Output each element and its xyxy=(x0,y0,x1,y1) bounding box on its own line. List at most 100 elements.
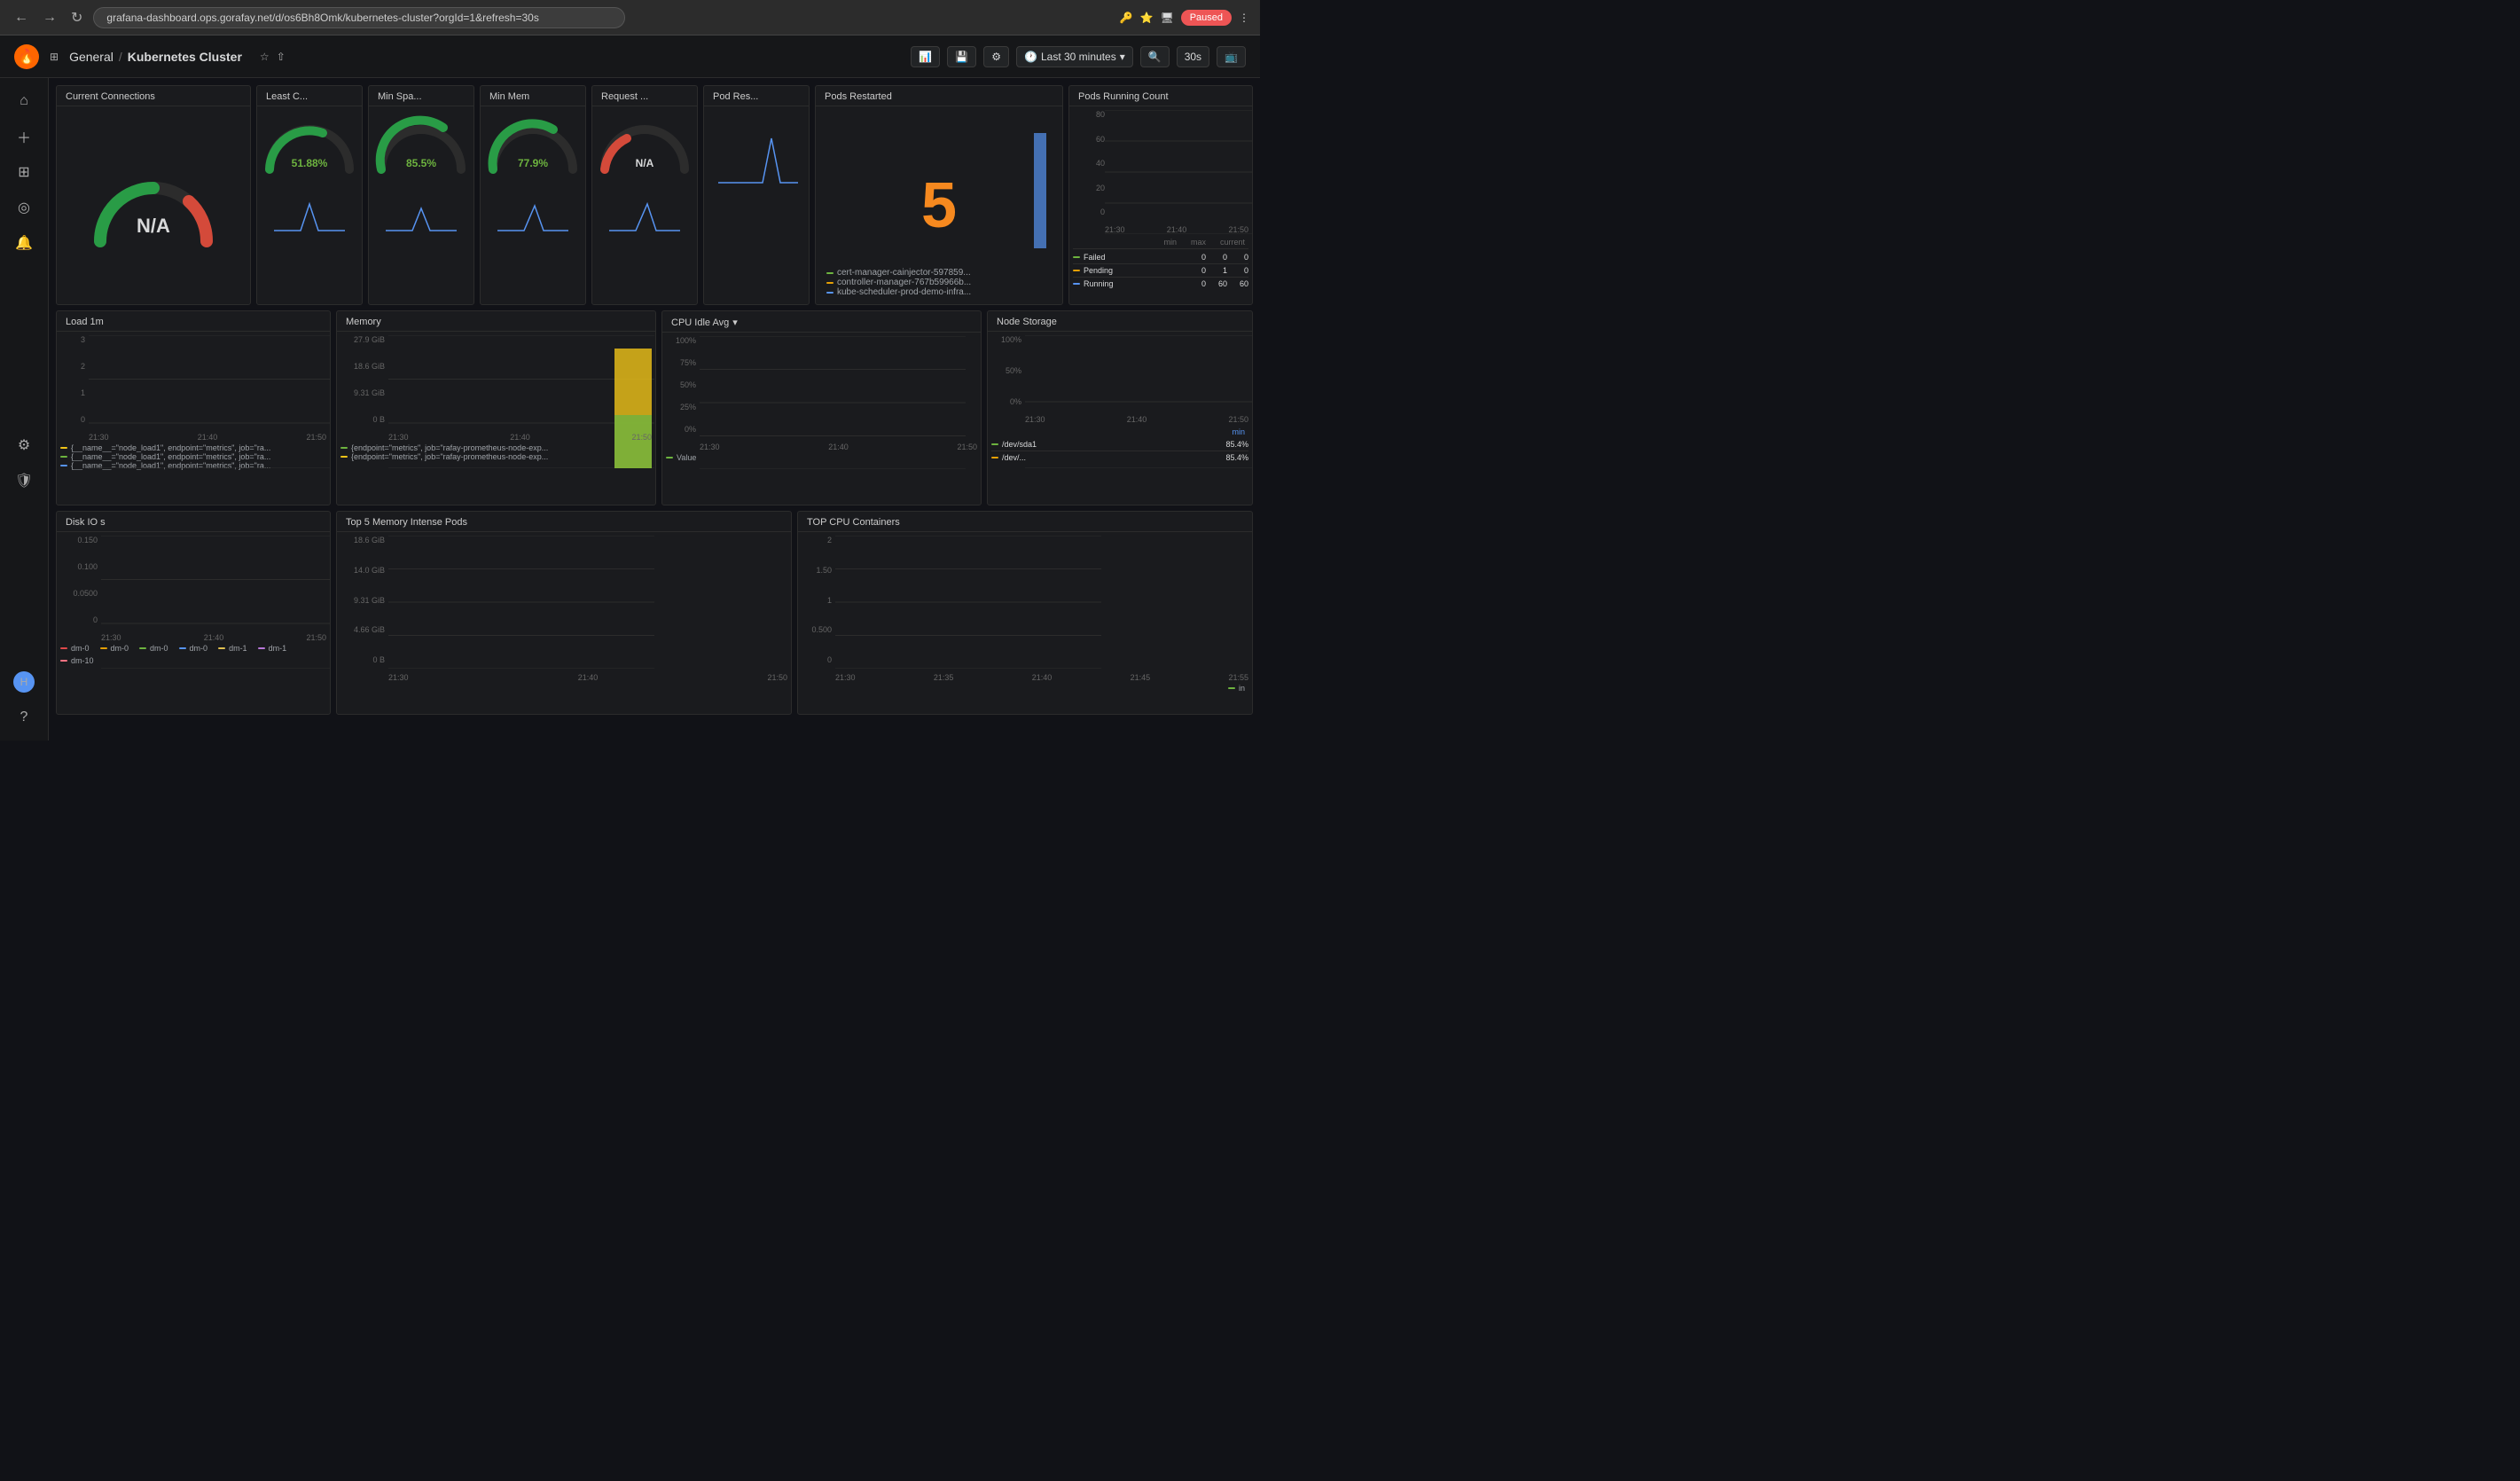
dashboard-name: Kubernetes Cluster xyxy=(128,50,242,64)
panel-min-mem: Min Mem 77.9% xyxy=(480,85,586,305)
address-bar[interactable]: grafana-dashboard.ops.gorafay.net/d/os6B… xyxy=(93,7,625,28)
refresh-button[interactable]: ↻ xyxy=(67,7,86,28)
top5-memory-chart: 18.6 GiB 14.0 GiB 9.31 GiB 4.66 GiB 0 B xyxy=(340,536,787,682)
refresh-interval-button[interactable]: 30s xyxy=(1177,46,1209,67)
legend-dot-mem-2 xyxy=(340,456,348,458)
sidebar-item-explore[interactable]: ◎ xyxy=(6,192,42,223)
sparkline-pod-res xyxy=(709,112,803,299)
legend-dot-load-2 xyxy=(60,456,67,458)
general-link[interactable]: General xyxy=(69,50,113,64)
grafana-logo: 🔥 xyxy=(14,44,39,69)
panel-request: Request ... N/A xyxy=(591,85,698,305)
pods-restarted-spark xyxy=(1027,124,1053,257)
save-button[interactable]: 💾 xyxy=(947,46,976,67)
panel-body-node-storage: 100% 50% 0% 21:30 xyxy=(988,332,1252,505)
sidebar-item-home[interactable]: ⌂ xyxy=(6,85,42,117)
disk-io-y-labels: 0.150 0.100 0.0500 0 xyxy=(60,536,99,624)
panel-load-1m: Load 1m 3 2 1 0 xyxy=(56,310,331,505)
panel-body-min-mem: 77.9% xyxy=(481,106,585,304)
legend-row-failed: Failed 0 0 0 xyxy=(1073,251,1248,264)
sidebar-item-user[interactable]: H xyxy=(6,666,42,698)
tv-mode-button[interactable]: 📺 xyxy=(1217,46,1246,67)
pods-restarted-legend: cert-manager-cainjector-597859... contro… xyxy=(823,268,1055,297)
memory-x-labels: 21:30 21:40 21:50 xyxy=(388,433,652,442)
pods-running-y-labels: 80 60 40 20 0 xyxy=(1073,110,1108,216)
panel-top5-memory: Top 5 Memory Intense Pods 18.6 GiB 14.0 … xyxy=(336,511,792,715)
panel-pods-restarted: Pods Restarted 5 cert-manager-cainjector… xyxy=(815,85,1063,305)
panel-pod-res: Pod Res... xyxy=(703,85,810,305)
pods-running-chart-area: 80 60 40 20 0 xyxy=(1073,110,1248,234)
legend-dot-cpu-1 xyxy=(666,457,673,458)
panel-least-c: Least C... 51.88% xyxy=(256,85,363,305)
storage-color-2 xyxy=(991,457,998,458)
main-content: Current Connections N/A xyxy=(49,78,1260,740)
legend-dm10: dm-10 xyxy=(60,656,94,665)
panel-body-current-connections: N/A xyxy=(57,106,250,304)
panel-body-request: N/A xyxy=(592,106,697,304)
panel-node-storage: Node Storage 100% 50% 0% xyxy=(987,310,1253,505)
legend-item-1: cert-manager-cainjector-597859... xyxy=(826,268,1052,278)
top-cpu-svg xyxy=(835,536,1101,669)
zoom-out-button[interactable]: 🔍 xyxy=(1140,46,1170,67)
legend-item-cpu-in: in xyxy=(1228,684,1245,693)
panel-header-request: Request ... xyxy=(592,86,697,106)
menu-icon[interactable]: ⋮ xyxy=(1239,12,1249,24)
sidebar-item-settings[interactable]: ⚙ xyxy=(6,429,42,461)
disk-io-chart: 0.150 0.100 0.0500 0 xyxy=(60,536,326,642)
panel-top-cpu: TOP CPU Containers 2 1.50 1 0.500 0 xyxy=(797,511,1253,715)
forward-button[interactable]: → xyxy=(39,8,60,27)
legend-name-running: Running xyxy=(1084,279,1185,288)
panel-header-top5-memory: Top 5 Memory Intense Pods xyxy=(337,512,791,532)
panel-current-connections: Current Connections N/A xyxy=(56,85,251,305)
panel-body-memory: 27.9 GiB 18.6 GiB 9.31 GiB 0 B xyxy=(337,332,655,505)
panel-body-least-c: 51.88% xyxy=(257,106,362,304)
sidebar-item-shield[interactable]: 🛡 xyxy=(6,465,42,497)
cpu-idle-x-labels: 21:30 21:40 21:50 xyxy=(700,443,977,451)
panel-header-top-cpu: TOP CPU Containers xyxy=(798,512,1252,532)
legend-dot-cpu-in xyxy=(1228,687,1235,689)
settings-button[interactable]: ⚙ xyxy=(983,46,1009,67)
top5-memory-x-labels: 21:30 21:40 21:50 xyxy=(388,673,787,682)
panel-body-min-spa: 85.5% xyxy=(369,106,473,304)
sidebar-item-dashboards[interactable]: ⊞ xyxy=(6,156,42,188)
panel-body-load-1m: 3 2 1 0 xyxy=(57,332,330,505)
memory-chart: 27.9 GiB 18.6 GiB 9.31 GiB 0 B xyxy=(340,335,652,442)
layout: ⌂ ＋ ⊞ ◎ 🔔 ⚙ 🛡 H ? Current Connections xyxy=(0,78,1260,740)
panel-body-disk-io: 0.150 0.100 0.0500 0 xyxy=(57,532,330,714)
legend-dm0-1: dm-0 xyxy=(60,644,90,653)
add-panel-button[interactable]: 📊 xyxy=(911,46,940,67)
legend-dot-mem-1 xyxy=(340,447,348,449)
gauge-value-request: N/A xyxy=(636,157,654,169)
panel-body-top5-memory: 18.6 GiB 14.0 GiB 9.31 GiB 4.66 GiB 0 B xyxy=(337,532,791,714)
gauge-min-mem: 77.9% xyxy=(484,112,582,183)
share-icon[interactable]: ⇧ xyxy=(277,51,286,63)
sidebar-item-alerting[interactable]: 🔔 xyxy=(6,227,42,259)
legend-headers: min max current xyxy=(1073,238,1248,247)
sidebar-item-help[interactable]: ? xyxy=(6,701,42,733)
legend-item-2: controller-manager-767b59966b... xyxy=(826,278,1052,287)
disk-io-svg xyxy=(101,536,330,669)
paused-button[interactable]: Paused xyxy=(1181,10,1232,26)
time-range-button[interactable]: 🕐 Last 30 minutes ▾ xyxy=(1016,46,1133,67)
sparkline-min-spa xyxy=(386,186,457,239)
star-icon[interactable]: ☆ xyxy=(260,51,270,63)
row-middle: Load 1m 3 2 1 0 xyxy=(56,310,1253,505)
load1m-y-labels: 3 2 1 0 xyxy=(60,335,87,424)
load1m-chart: 3 2 1 0 xyxy=(60,335,326,442)
chevron-down-icon[interactable]: ▾ xyxy=(732,317,738,328)
back-button[interactable]: ← xyxy=(11,8,32,27)
panel-header-load-1m: Load 1m xyxy=(57,311,330,332)
panel-body-pods-running: 80 60 40 20 0 xyxy=(1069,106,1252,304)
legend-dot-load-1 xyxy=(60,447,67,449)
panel-cpu-idle: CPU Idle Avg ▾ 100% 75% 50% 25% 0% xyxy=(661,310,982,505)
legend-color-pending xyxy=(1073,270,1080,271)
legend-label-1: cert-manager-cainjector-597859... xyxy=(837,268,971,278)
panel-body-top-cpu: 2 1.50 1 0.500 0 xyxy=(798,532,1252,714)
pods-running-legend: min max current Failed 0 0 0 xyxy=(1073,238,1248,290)
legend-label-3: kube-scheduler-prod-demo-infra... xyxy=(837,287,971,297)
pods-running-chart-svg xyxy=(1105,110,1252,234)
panel-header-min-spa: Min Spa... xyxy=(369,86,473,106)
panel-header-pods-restarted: Pods Restarted xyxy=(816,86,1062,106)
sidebar-item-add[interactable]: ＋ xyxy=(6,121,42,153)
sidebar: ⌂ ＋ ⊞ ◎ 🔔 ⚙ 🛡 H ? xyxy=(0,78,49,740)
